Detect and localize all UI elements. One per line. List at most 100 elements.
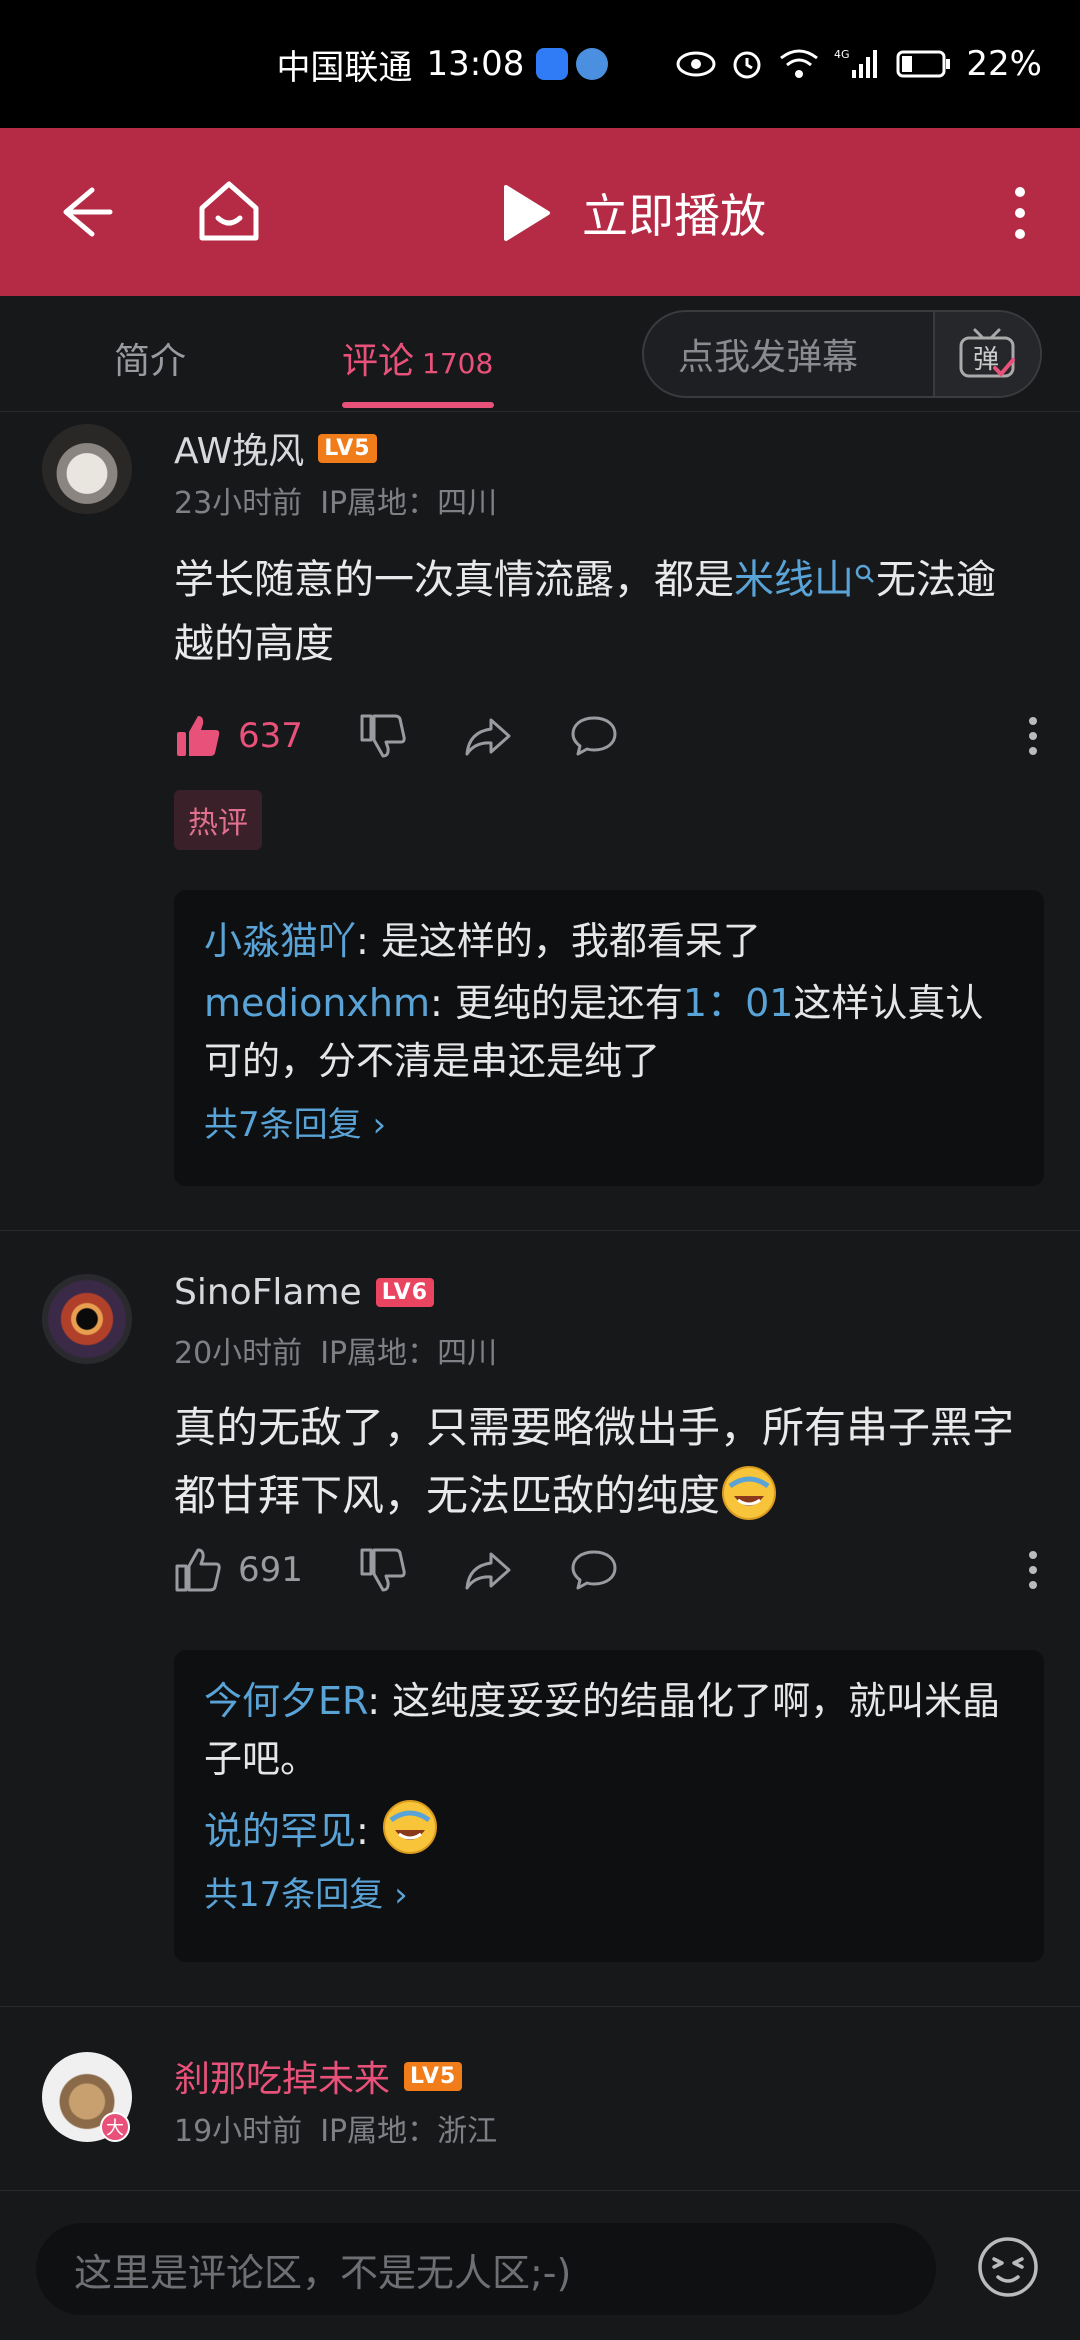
home-icon[interactable] [194,176,264,246]
tab-comments-count: 1708 [422,347,494,380]
comment-item: AW挽风 LV5 23小时前 IP属地：四川 学长随意的一次真情流露，都是米线山无… [0,412,1080,1232]
play-now-button[interactable]: 立即播放 [500,180,766,246]
comment-text: 学长随意的一次真情流露，都是米线山 无法逾越的高度 [174,548,1034,676]
signal-icon: 4G [834,48,878,78]
reply-text: : [356,1809,381,1853]
reply-item: 今何夕ER: 这纯度妥妥的结晶化了啊，就叫米晶子吧。 [204,1672,1014,1788]
reply-text: : 更纯的是还有 [430,981,683,1025]
reply-text: : 是这样的，我都看呆了 [356,919,761,963]
play-icon [504,185,550,241]
active-tab-indicator [342,402,494,408]
like-count: 637 [238,716,303,756]
share-arrow-icon [465,1552,511,1590]
share-arrow-icon [465,718,511,756]
comment-ip: IP属地：浙江 [320,2114,498,2149]
comment-input[interactable]: 这里是评论区，不是无人区;-) [36,2223,936,2315]
tab-comments-label: 评论 [342,341,415,382]
tab-comments[interactable]: 评论 1708 [342,332,493,384]
danmaku-tv-icon: 弹 [959,328,1016,378]
username-text: 刹那吃掉未来 [174,2059,391,2100]
reply-item: 说的罕见: [204,1798,1014,1860]
laughing-crying-emoji [722,1466,777,1520]
like-button[interactable]: 637 [174,712,303,760]
reply-username[interactable]: medionxhm [204,981,430,1025]
video-top-nav: 立即播放 [0,128,1080,296]
like-count: 691 [238,1550,303,1590]
comment-bubble-icon [571,1550,617,1590]
reply-button[interactable] [569,1548,619,1592]
share-button[interactable] [463,714,513,758]
alarm-icon [733,51,761,79]
tabs-row: 简介 评论 1708 点我发弹幕 弹 [0,296,1080,412]
wifi-icon [780,49,819,78]
avatar[interactable] [42,424,132,514]
search-link-text: 米线山 [734,557,854,603]
search-link[interactable]: 米线山 [734,557,876,603]
svg-text:4G: 4G [834,48,850,61]
username-text: AW挽风 [174,431,305,472]
reply-item: 小淼猫吖: 是这样的，我都看呆了 [204,912,1014,970]
comment-actions: 637 [174,706,1040,766]
comment-input-bar: 这里是评论区，不是无人区;-) [0,2190,1080,2340]
comment-time: 20小时前 [174,1336,303,1371]
comment-username[interactable]: 刹那吃掉未来 LV5 [174,2050,463,2102]
app-notification-icon [536,48,569,80]
thumbs-down-icon [360,1548,406,1592]
comment-meta: 23小时前 IP属地：四川 [174,478,497,522]
more-vertical-icon[interactable] [1026,716,1040,756]
browser-notification-icon [576,48,609,80]
comment-username[interactable]: SinoFlame LV6 [174,1272,435,1313]
reply-button[interactable] [569,714,619,758]
reply-preview-box[interactable]: 今何夕ER: 这纯度妥妥的结晶化了啊，就叫米晶子吧。 说的罕见: 共17条回复 … [174,1650,1044,1962]
comment-meta: 19小时前 IP属地：浙江 [174,2106,497,2150]
thumbs-down-icon [360,714,406,758]
comment-username[interactable]: AW挽风 LV5 [174,422,377,474]
carrier-label: 中国联通 [276,47,413,88]
comment-divider [0,1230,1080,1231]
reply-username[interactable]: 小淼猫吖 [204,919,356,963]
comment-time: 19小时前 [174,2114,303,2149]
battery-percent: 22% [966,44,1042,84]
username-text: SinoFlame [174,1272,362,1313]
comment-text: 真的无敌了，只需要略微出手，所有串子黑字都甘拜下风，无法匹敌的纯度 [174,1394,1034,1530]
hot-comment-badge: 热评 [174,790,262,850]
like-button[interactable]: 691 [174,1546,303,1594]
clock: 13:08 [426,44,525,84]
level-badge: LV5 [404,2061,463,2091]
comment-text-part: 真的无敌了，只需要略微出手，所有串子黑字都甘拜下风，无法匹敌的纯度 [174,1403,1015,1520]
comment-actions: 691 [174,1540,1040,1600]
comment-item: SinoFlame LV6 20小时前 IP属地：四川 真的无敌了，只需要略微出手… [0,1262,1080,2002]
tab-intro[interactable]: 简介 [114,332,186,384]
battery-icon [896,50,951,78]
danmaku-toggle-button[interactable]: 弹 [932,312,1040,396]
share-button[interactable] [463,1548,513,1592]
view-all-replies-link[interactable]: 共17条回复 › [204,1866,1014,1924]
comment-item: 大 刹那吃掉未来 LV5 19小时前 IP属地：浙江 [0,2040,1080,2190]
danmaku-input[interactable]: 点我发弹幕 [678,328,933,380]
more-vertical-icon[interactable] [1005,184,1035,242]
comment-divider [0,2006,1080,2007]
status-bar: 中国联通 13:08 4G 22% [0,0,1080,128]
comment-bubble-icon [571,716,617,756]
dislike-button[interactable] [359,712,407,760]
play-now-label: 立即播放 [582,189,766,243]
view-all-replies-link[interactable]: 共7条回复 › [204,1096,1014,1154]
search-icon [855,564,874,583]
reply-preview-box[interactable]: 小淼猫吖: 是这样的，我都看呆了 medionxhm: 更纯的是还有1：01这样… [174,890,1044,1186]
reply-username[interactable]: 今何夕ER [204,1679,367,1723]
thumbs-up-icon [175,1548,221,1592]
thumbs-up-filled-icon [177,716,220,756]
reply-username[interactable]: 说的罕见 [204,1809,356,1853]
more-vertical-icon[interactable] [1026,1550,1040,1590]
comment-text-part: 学长随意的一次真情流露，都是 [174,557,734,603]
back-arrow-icon[interactable] [52,180,116,244]
timestamp-link[interactable]: 1：01 [683,981,794,1025]
level-badge: LV5 [318,433,377,463]
laughing-crying-emoji [382,1800,437,1854]
dislike-button[interactable] [359,1546,407,1594]
emoji-face-icon[interactable] [976,2235,1040,2299]
level-badge: LV6 [375,1278,435,1307]
comment-ip: IP属地：四川 [320,1336,498,1371]
comment-ip: IP属地：四川 [320,486,498,521]
avatar[interactable] [42,1274,132,1364]
